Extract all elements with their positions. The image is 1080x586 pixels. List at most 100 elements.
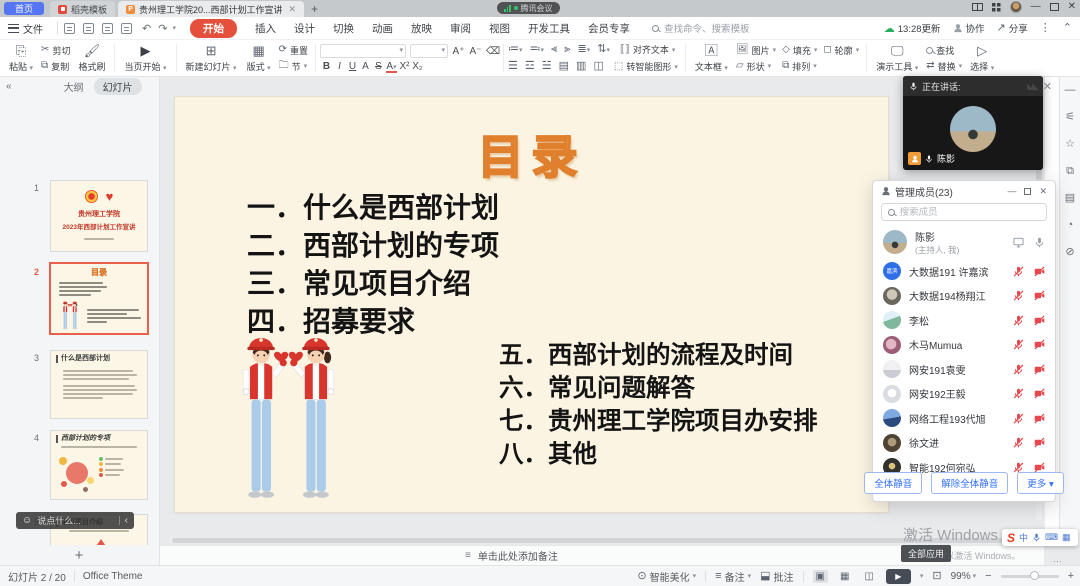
presentation-tools-button[interactable]: 🖵 演示工具 ▾ <box>871 41 923 75</box>
hamburger-menu-icon[interactable] <box>8 24 19 33</box>
slideshow-play-button[interactable]: ▶ <box>886 569 911 584</box>
font-name-select[interactable] <box>320 44 406 58</box>
section-button[interactable]: 🗀节 ▾ <box>276 59 311 73</box>
member-row[interactable]: 大数据194杨翔江 <box>873 284 1055 309</box>
strikethrough-button[interactable]: S <box>372 61 385 72</box>
zoom-slider-knob[interactable] <box>1030 571 1039 580</box>
decrease-font-icon[interactable]: A⁻ <box>469 46 482 57</box>
textbox-button[interactable]: 🄰 文本框 ▾ <box>690 41 733 75</box>
mute-all-button[interactable]: 全体静音 <box>864 472 922 494</box>
volunteers-illustration[interactable] <box>225 329 352 502</box>
add-slide-button[interactable]: + <box>75 547 84 564</box>
align-center-icon[interactable]: ☲ <box>525 61 535 72</box>
align-right-icon[interactable]: ☱ <box>542 61 552 72</box>
docer-template-tab[interactable]: 稻壳模板 <box>50 1 115 17</box>
mic-muted-icon[interactable] <box>1013 437 1024 448</box>
mic-icon[interactable] <box>1034 237 1045 248</box>
new-slide-button[interactable]: ⊞ 新建幻灯片 ▾ <box>181 41 242 75</box>
mic-muted-icon[interactable] <box>1013 315 1024 326</box>
minimize-panel-icon[interactable]: — <box>1007 186 1016 196</box>
file-menu[interactable]: 文件 <box>23 21 43 36</box>
tab-outline[interactable]: 大纲 <box>64 79 84 94</box>
zoom-slider[interactable] <box>1001 575 1059 578</box>
fill-button[interactable]: ◇填充▾ <box>779 43 820 57</box>
document-tab[interactable]: P 贵州理工学院20...西部计划工作宣讲 ✕ <box>118 1 304 17</box>
superscript-button[interactable]: X² <box>398 61 411 72</box>
slide-sorter-view-icon[interactable]: ▦ <box>837 570 852 583</box>
member-row-host[interactable]: 陈影 (主持人, 我) <box>873 225 1055 259</box>
toast-collapse-icon[interactable]: ‹ <box>125 515 128 526</box>
unmute-all-button[interactable]: 解除全体静音 <box>931 472 1008 494</box>
print-icon[interactable] <box>102 23 113 34</box>
collapse-panel-button[interactable]: « <box>6 81 12 92</box>
member-row[interactable]: 嘉滨 大数据191 许嘉滨 <box>873 259 1055 284</box>
history-icon[interactable]: ◔ <box>1067 220 1074 231</box>
close-tab-icon[interactable]: ✕ <box>289 4 297 15</box>
slide-thumbnail-4[interactable]: 西部计划的专项 <box>50 430 148 500</box>
format-painter-button[interactable]: 🖌 格式刷 <box>73 41 110 75</box>
more-button[interactable]: 更多 ▾ <box>1017 472 1063 494</box>
camera-off-icon[interactable] <box>1034 266 1045 277</box>
toc-right-textbox[interactable]: 五．西部计划的流程及时间 六．常见问题解答 七．贵州理工学院项目办安排 八．其他 <box>499 339 818 471</box>
chinese-mode-icon[interactable]: 中 <box>1019 531 1028 544</box>
replace-button[interactable]: ⇄替换▾ <box>923 59 965 73</box>
distribute-icon[interactable]: ▥ <box>576 61 586 72</box>
font-color-button[interactable]: A▾ <box>385 61 398 72</box>
numbered-list-icon[interactable]: ≕▾ <box>530 44 545 55</box>
member-row[interactable]: 李松 <box>873 308 1055 333</box>
slide-canvas[interactable]: 目录 一．什么是西部计划 二．西部计划的专项 三．常见项目介绍 四．招募要求 五… <box>175 97 888 512</box>
meeting-panel-header[interactable]: 正在讲话: ◣◣ <box>903 76 1043 96</box>
indent-decrease-icon[interactable]: ⫷ <box>551 44 557 55</box>
arrange-button[interactable]: ⧉排列▾ <box>779 59 820 73</box>
restore-button[interactable] <box>1050 3 1059 11</box>
collaborate-button[interactable]: 协作 <box>953 21 985 35</box>
mic-muted-icon[interactable] <box>1013 364 1024 375</box>
reading-view-icon[interactable]: ◫ <box>861 570 876 583</box>
tab-home[interactable]: 开始 <box>190 19 237 38</box>
close-window-button[interactable]: ✕ <box>1068 2 1076 12</box>
share-button[interactable]: ↗分享 <box>997 21 1028 35</box>
meeting-video-panel[interactable]: 正在讲话: ◣◣ 陈影 <box>903 76 1043 170</box>
save-icon[interactable] <box>64 23 75 34</box>
zoom-out-icon[interactable]: − <box>985 571 991 582</box>
smart-beautify-button[interactable]: ⊙智能美化▾ <box>637 569 696 584</box>
output-icon[interactable] <box>83 23 94 34</box>
camera-off-icon[interactable] <box>1034 290 1045 301</box>
favorites-icon[interactable]: ☆ <box>1065 139 1075 150</box>
tab-slides[interactable]: 幻灯片 <box>94 78 142 95</box>
bold-button[interactable]: B <box>320 61 333 72</box>
keyboard-icon[interactable]: ⌨ <box>1045 532 1058 543</box>
select-button[interactable]: ▷ 选择 ▾ <box>965 41 999 75</box>
tab-devtools[interactable]: 开发工具 <box>528 21 570 36</box>
close-pane-icon[interactable]: ✕ <box>1043 80 1052 93</box>
mic-muted-icon[interactable] <box>1013 413 1024 424</box>
more-menu-icon[interactable]: ⋮ <box>1040 23 1051 34</box>
play-options-caret[interactable]: ▾ <box>920 572 924 580</box>
help-icon[interactable]: ⊘ <box>1065 247 1074 258</box>
slide-thumbnail-3[interactable]: 什么是西部计划 <box>50 350 148 419</box>
layout-button[interactable]: ▦ 版式 ▾ <box>242 41 276 75</box>
camera-off-icon[interactable] <box>1034 388 1045 399</box>
screen-share-icon[interactable] <box>1013 237 1024 248</box>
tab-animation[interactable]: 动画 <box>372 21 393 36</box>
bullet-list-icon[interactable]: ≔▾ <box>508 44 523 55</box>
maximize-panel-icon[interactable] <box>1024 188 1031 195</box>
tab-transition[interactable]: 切换 <box>333 21 354 36</box>
normal-view-icon[interactable]: ▣ <box>813 570 828 583</box>
tab-member-exclusive[interactable]: 会员专享 <box>588 21 630 36</box>
find-button[interactable]: 查找 <box>923 43 965 57</box>
command-search[interactable]: 查找命令、搜索模板 <box>652 21 750 35</box>
member-row[interactable]: 网安192王毅 <box>873 382 1055 407</box>
voice-input-icon[interactable] <box>1032 533 1041 542</box>
comment-toast[interactable]: ☺ 说点什么... ‹ <box>16 512 134 529</box>
tab-insert[interactable]: 插入 <box>255 21 276 36</box>
close-panel-icon[interactable]: ✕ <box>1039 186 1047 197</box>
comments-button[interactable]: ⬓批注 <box>760 569 793 584</box>
meeting-indicator[interactable]: 腾讯会议 <box>497 2 560 14</box>
smart-graphic-button[interactable]: ⬚转智能图形▾ <box>611 60 681 74</box>
member-search[interactable] <box>881 203 1047 221</box>
new-tab-button[interactable]: + <box>311 2 318 16</box>
align-left-icon[interactable]: ☰ <box>508 61 518 72</box>
mic-muted-icon[interactable] <box>1013 388 1024 399</box>
text-direction-icon[interactable]: ⇅▾ <box>597 44 610 55</box>
